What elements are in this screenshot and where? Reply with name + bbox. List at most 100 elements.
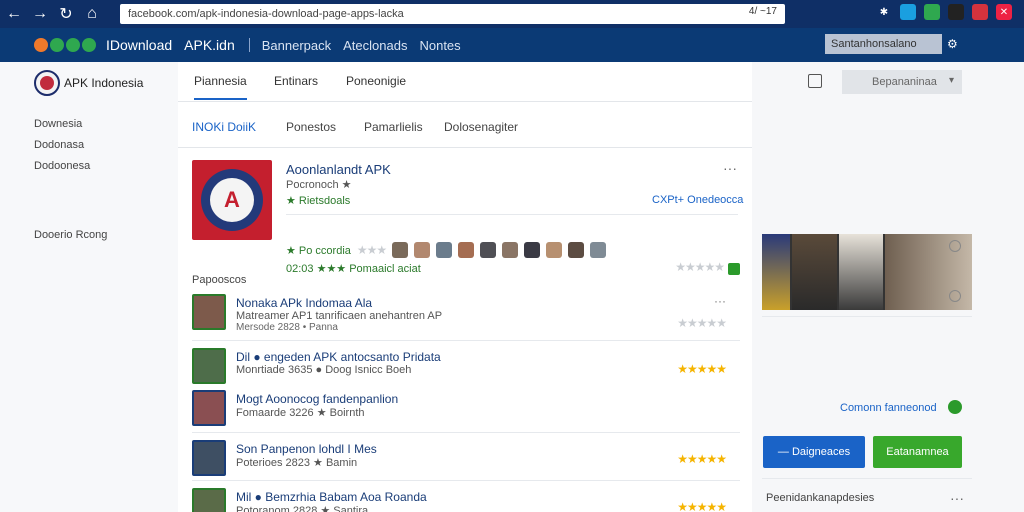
list-item[interactable]: Dil ● engeden APK antocsanto Pridata Mon… (192, 348, 740, 392)
extension-star-icon[interactable]: ✱ (876, 4, 892, 20)
extension-x-icon[interactable]: ✕ (996, 4, 1012, 20)
extension-dark-icon[interactable] (948, 4, 964, 20)
right-select-label: Bepananinaa (872, 76, 937, 88)
primary-button-label: — Daigneaces (777, 446, 851, 458)
header-settings-icon[interactable]: ⚙ (947, 37, 961, 51)
list-item-subtitle: Poterioes 2823 ★ Bamin (236, 457, 358, 469)
list-item-title[interactable]: Nonaka APk Indomaa Ala (236, 296, 372, 310)
avatar[interactable] (436, 242, 453, 258)
list-item-avatar[interactable] (192, 440, 226, 476)
sidebar-item-2[interactable]: Dodonasa (34, 139, 84, 151)
avatar[interactable] (502, 242, 519, 258)
subtab-3[interactable]: Pamarlielis (364, 120, 423, 134)
avatar[interactable] (392, 242, 409, 258)
site-title[interactable]: APK Indonesia (64, 76, 143, 90)
header-link-2[interactable]: Ateclonads (343, 38, 407, 53)
list-item-subtitle: Matreamer AP1 tanrificaen anehantren AP (236, 310, 443, 322)
address-bar[interactable]: facebook.com/apk-indonesia-download-page… (120, 4, 785, 24)
right-divider (762, 316, 972, 317)
header-divider (248, 38, 250, 52)
app-developer: Pocronoch ★ (286, 179, 352, 191)
gallery-image[interactable] (762, 234, 790, 310)
subtab-4[interactable]: Dolosenagiter (444, 120, 518, 134)
install-button[interactable]: Eatanamnea (873, 436, 962, 468)
header-link-3[interactable]: Nontes (419, 38, 460, 53)
header-link-1[interactable]: Bannerpack (262, 38, 331, 53)
extension-blue-icon[interactable] (900, 4, 916, 20)
gallery-image[interactable] (791, 234, 838, 310)
list-item-subtitle: Monrtiade 3635 ● Doog Isnicc Boeh (236, 364, 412, 376)
screenshot-gallery[interactable] (762, 234, 972, 310)
sidebar-item-1[interactable]: Downesia (34, 118, 82, 130)
home-icon[interactable]: ⌂ (80, 2, 104, 26)
header-search-button[interactable]: Santanhonsalano (825, 34, 942, 54)
subtab-2[interactable]: Ponestos (286, 120, 336, 134)
list-item-meta: Mersode 2828 • Panna (236, 322, 338, 333)
list-item-avatar[interactable] (192, 488, 226, 512)
right-footer-text[interactable]: Peenidankanapdesies (766, 492, 874, 504)
brand-name[interactable]: IDownload (106, 37, 172, 53)
app-icon[interactable]: A (192, 160, 272, 240)
people-avatars-row: ★ Po ccordia ★★★ (286, 242, 607, 258)
avatar[interactable] (414, 242, 431, 258)
reload-icon[interactable]: ↻ (54, 2, 78, 26)
list-item-subtitle: Fomaarde 3226 ★ Boirnth (236, 407, 365, 419)
extension-icons: ✱ ✕ (876, 4, 1012, 20)
avatar[interactable] (524, 242, 541, 258)
tab-2[interactable]: Entinars (274, 74, 318, 88)
gallery-dot-icon[interactable] (949, 240, 961, 252)
right-more-icon[interactable]: ··· (950, 490, 964, 506)
list-item-title[interactable]: Mil ● Bemzrhia Babam Aoa Roanda (236, 490, 427, 504)
app-divider (286, 214, 738, 215)
left-sidebar: APK Indonesia Downesia Dodonasa Dodoones… (0, 62, 178, 512)
sidebar-item-3[interactable]: Dodoonesa (34, 160, 90, 172)
avatar[interactable] (568, 242, 585, 258)
list-item-stars: ★★★★★ (677, 362, 727, 376)
right-link-badge-icon (948, 400, 962, 414)
extension-green-icon[interactable] (924, 4, 940, 20)
right-link[interactable]: Comonn fanneonod (840, 402, 937, 414)
list-divider (192, 480, 740, 481)
bookmark-icon[interactable] (808, 74, 822, 88)
people-row-secondary: 02:03 ★★★ Pomaaicl aciat (286, 263, 421, 275)
list-item-stars: ★★★★★ (677, 500, 727, 512)
right-select[interactable]: Bepananinaa ▾ (842, 70, 962, 94)
primary-button[interactable]: — Daigneaces (763, 436, 865, 468)
avatar[interactable] (480, 242, 497, 258)
list-item-title[interactable]: Mogt Aoonocog fandenpanlion (236, 392, 398, 406)
forward-icon[interactable]: → (28, 2, 52, 26)
avatar[interactable] (546, 242, 563, 258)
list-item-title[interactable]: Son Panpenon lohdl I Mes (236, 442, 377, 456)
list-item-title[interactable]: Dil ● engeden APK antocsanto Pridata (236, 350, 441, 364)
avatar[interactable] (458, 242, 475, 258)
gallery-image[interactable] (839, 234, 883, 310)
app-link[interactable]: CXPt+ Onedeocca (652, 194, 743, 206)
gallery-dot-icon[interactable] (949, 290, 961, 302)
list-item[interactable]: Nonaka APk Indomaa Ala Matreamer AP1 tan… (192, 294, 740, 338)
list-item[interactable]: Mogt Aoonocog fandenpanlion Fomaarde 322… (192, 390, 740, 434)
sidebar-item-4[interactable]: Dooerio Rcong (34, 229, 107, 241)
tab-1[interactable]: Piannesia (194, 74, 247, 100)
app-name[interactable]: Aoonlanlandt APK (286, 162, 391, 177)
people-badge-icon (728, 263, 740, 275)
list-item[interactable]: Son Panpenon lohdl I Mes Poterioes 2823 … (192, 440, 740, 484)
extension-red-icon[interactable] (972, 4, 988, 20)
list-item[interactable]: Mil ● Bemzrhia Babam Aoa Roanda Potorano… (192, 488, 740, 512)
logo-icon[interactable] (34, 38, 96, 52)
list-item-stars: ★★★★★ (677, 452, 727, 466)
main-panel: Piannesia Entinars Poneonigie INOKi Doii… (178, 62, 752, 512)
brand-secondary[interactable]: APK.idn (184, 37, 235, 53)
list-item-more-icon[interactable]: ··· (714, 294, 726, 308)
site-logo-icon[interactable] (34, 70, 60, 96)
list-item-stars: ★★★★★ (677, 316, 727, 330)
avatar[interactable] (590, 242, 607, 258)
list-item-avatar[interactable] (192, 348, 226, 384)
subtab-1[interactable]: INOKi DoiiK (192, 120, 256, 134)
right-panel: Bepananinaa ▾ Comonn fanneonod — Daignea… (752, 62, 1024, 512)
list-item-avatar[interactable] (192, 390, 226, 426)
tab-3[interactable]: Poneonigie (346, 74, 406, 88)
back-icon[interactable]: ← (2, 2, 26, 26)
app-more-icon[interactable]: ··· (723, 160, 737, 176)
list-item-avatar[interactable] (192, 294, 226, 330)
sub-tabs: INOKi DoiiK Ponestos Pamarlielis Dolosen… (178, 108, 752, 148)
